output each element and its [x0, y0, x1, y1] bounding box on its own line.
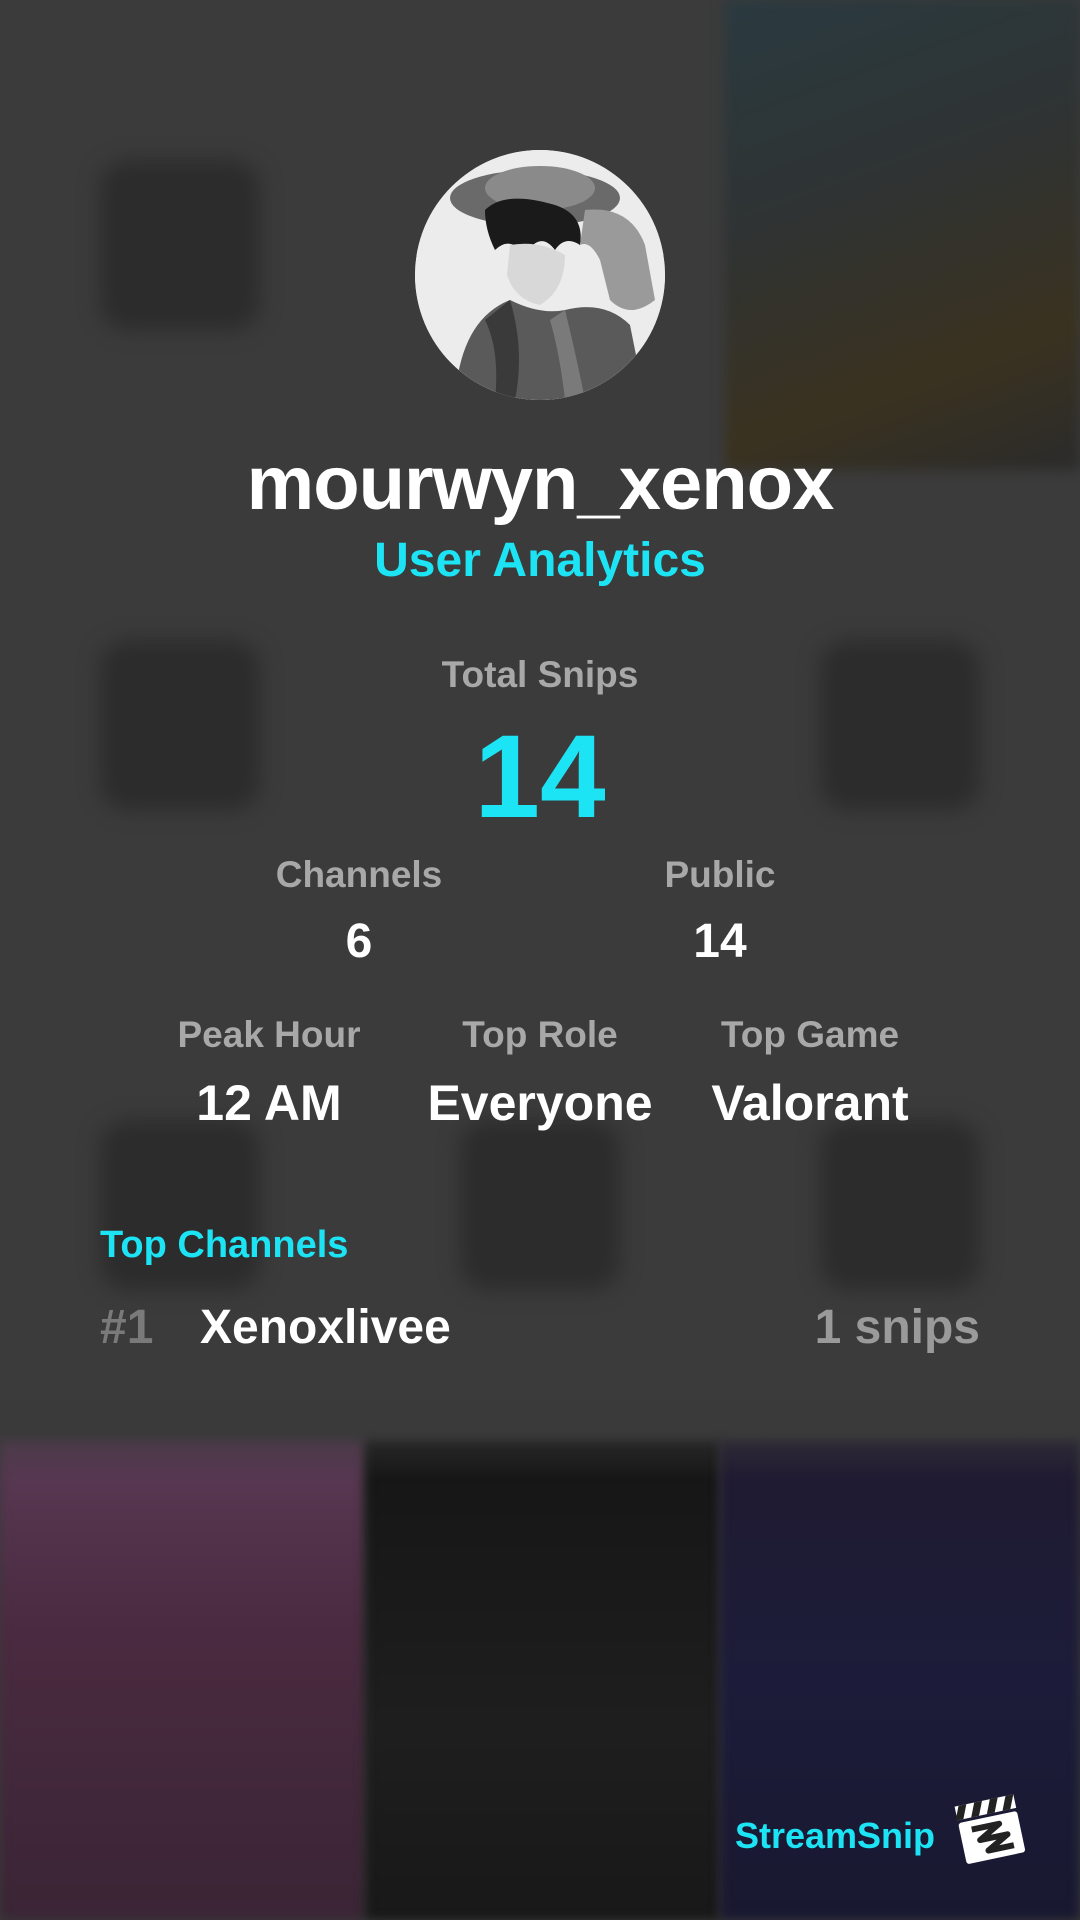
channels-value: 6 [345, 915, 373, 968]
total-snips-label: Total Snips [441, 654, 639, 695]
top-game-label: Top Game [720, 1014, 900, 1055]
page-subtitle: User Analytics [374, 534, 706, 587]
channel-snip-count: 1 snips [814, 1301, 980, 1354]
top-role-label: Top Role [462, 1014, 618, 1055]
total-snips-value: 14 [474, 711, 606, 843]
channel-name: Xenoxlivee [200, 1301, 451, 1354]
list-item: #1 Xenoxlivee 1 snips [100, 1300, 980, 1370]
public-value: 14 [693, 915, 747, 968]
peak-hour-label: Peak Hour [177, 1014, 361, 1055]
top-channels-title: Top Channels [100, 1224, 349, 1266]
streamsnip-logo-icon [950, 1790, 1028, 1868]
channels-label: Channels [275, 854, 443, 895]
top-game-value: Valorant [711, 1075, 909, 1131]
analytics-card: mourwyn_xenox User Analytics Total Snips… [0, 0, 1080, 1920]
username: mourwyn_xenox [246, 441, 835, 526]
top-role-value: Everyone [427, 1075, 653, 1131]
clapperboard-icon [954, 1794, 1026, 1864]
public-label: Public [664, 854, 776, 895]
peak-hour-value: 12 AM [196, 1075, 342, 1131]
brand-name: StreamSnip [734, 1815, 935, 1856]
channel-rank: #1 [100, 1301, 154, 1354]
avatar [415, 150, 665, 400]
avatar-image [415, 150, 665, 400]
